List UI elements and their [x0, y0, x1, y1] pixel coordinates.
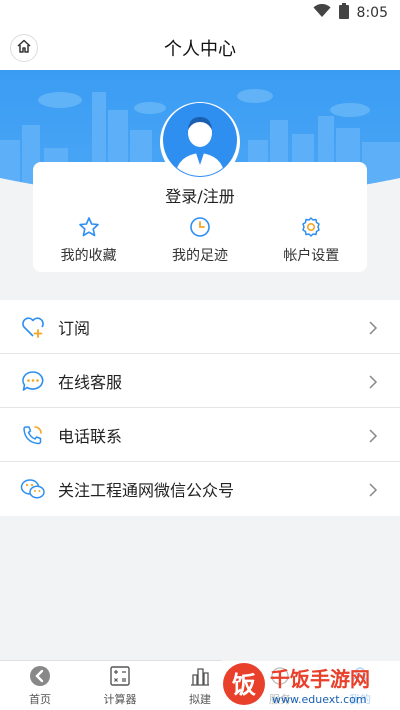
menu-item-online-service[interactable]: 在线客服: [0, 354, 400, 408]
shortcut-row: 我的收藏 我的足迹 帐户设置: [33, 215, 367, 270]
tab-home[interactable]: 首页: [0, 661, 80, 710]
tab-proposed[interactable]: 拟建: [160, 661, 240, 710]
chevron-right-icon: [368, 374, 378, 389]
battery-icon: [338, 3, 349, 23]
user-icon: [349, 664, 371, 688]
status-time: 8:05: [356, 5, 388, 21]
menu-item-wechat-follow[interactable]: 关注工程通网微信公众号: [0, 462, 400, 516]
menu-item-label: 电话联系: [58, 426, 123, 446]
bottom-tab-bar: 首页 计算器 拟建 服务 我的: [0, 660, 400, 710]
menu-item-label: 关注工程通网微信公众号: [58, 481, 235, 500]
shortcut-label: 帐户设置: [283, 248, 340, 264]
avatar[interactable]: [160, 102, 240, 182]
tab-label: 计算器: [103, 693, 137, 706]
menu-item-label: 订阅: [58, 318, 91, 338]
chevron-right-icon: [368, 320, 378, 335]
tab-calculator[interactable]: 计算器: [80, 661, 160, 710]
gear-icon: [300, 215, 322, 239]
menu-item-phone-contact[interactable]: 电话联系: [0, 408, 400, 462]
tab-mine[interactable]: 我的: [320, 661, 400, 710]
page-title: 个人中心: [164, 39, 236, 60]
shortcut-account-settings[interactable]: 帐户设置: [261, 215, 361, 270]
avatar-icon: [163, 103, 237, 181]
back-arrow-icon: [29, 664, 51, 688]
service-icon: [269, 664, 291, 688]
tab-label: 服务: [269, 693, 291, 706]
star-icon: [78, 215, 100, 239]
chat-bubble-icon: [20, 368, 46, 394]
tab-label: 首页: [29, 693, 51, 706]
menu-item-subscribe[interactable]: 订阅: [0, 300, 400, 354]
home-button[interactable]: [10, 34, 38, 62]
tab-label: 拟建: [189, 693, 211, 706]
status-bar: 8:05: [0, 0, 400, 26]
login-register-link[interactable]: 登录/注册: [0, 183, 400, 207]
home-icon: [16, 38, 32, 58]
tab-service[interactable]: 服务: [240, 661, 320, 710]
clock-icon: [189, 215, 211, 239]
tab-label: 我的: [349, 693, 371, 706]
nav-bar: 个人中心: [0, 26, 400, 70]
menu-item-label: 在线客服: [58, 372, 123, 392]
shortcut-favorites[interactable]: 我的收藏: [39, 215, 139, 270]
heart-plus-icon: [20, 314, 46, 340]
settings-menu: 订阅 在线客服 电话联系 关注工程通网微信公众号: [0, 300, 400, 516]
calculator-icon: [109, 664, 131, 688]
shortcut-history[interactable]: 我的足迹: [150, 215, 250, 270]
wifi-icon: [313, 3, 331, 22]
shortcut-label: 我的收藏: [60, 248, 117, 264]
buildings-icon: [189, 664, 211, 688]
shortcut-label: 我的足迹: [171, 248, 228, 264]
phone-icon: [20, 422, 46, 448]
chevron-right-icon: [368, 428, 378, 443]
chevron-right-icon: [368, 482, 378, 497]
wechat-icon: [20, 476, 46, 502]
